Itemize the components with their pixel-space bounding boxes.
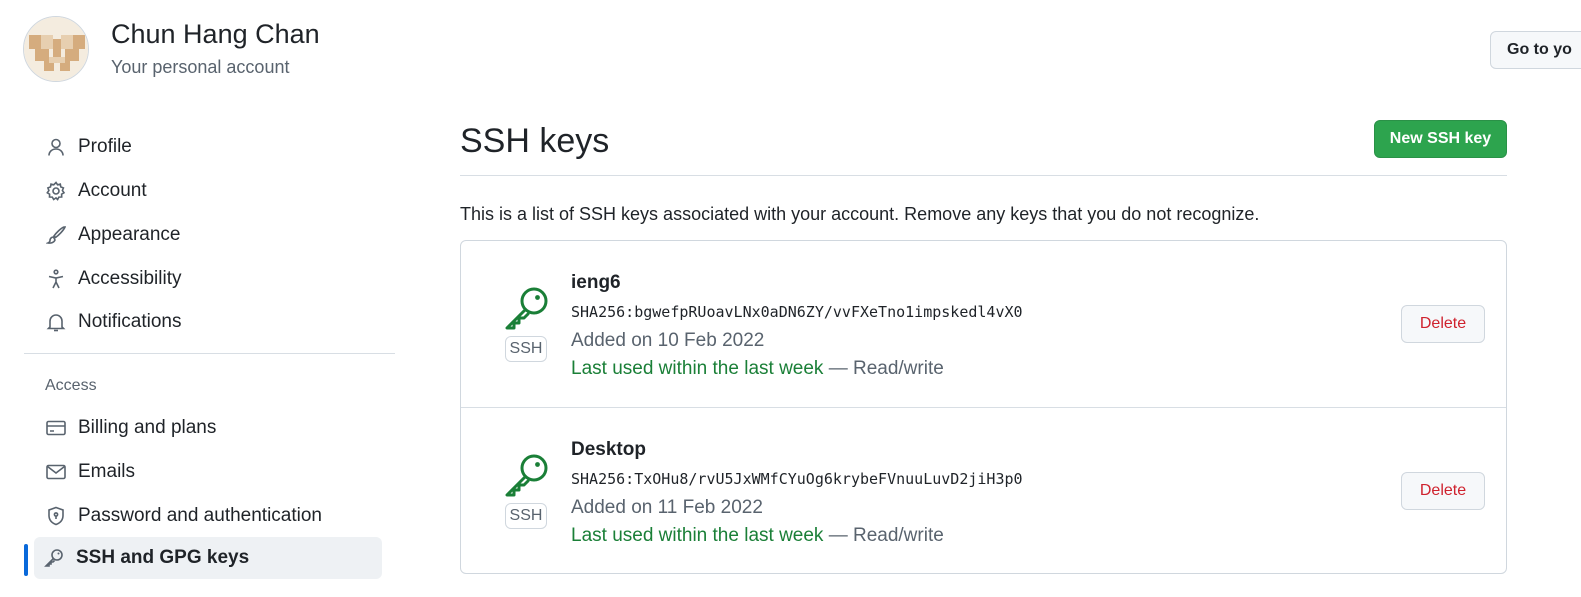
account-name[interactable]: Chun Hang Chan — [111, 19, 320, 50]
sidebar-item-billing[interactable]: Billing and plans — [36, 407, 384, 449]
go-to-profile-button[interactable]: Go to yo — [1490, 31, 1581, 69]
key-usage: Last used within the last week — Read/wr… — [571, 358, 944, 380]
sidebar-item-label: Billing and plans — [78, 417, 217, 438]
page-title: SSH keys — [460, 122, 610, 160]
key-fingerprint: SHA256:TxOHu8/rvU5JxWMfCYuOg6krybeFVnuuL… — [571, 470, 1023, 488]
sidebar-item-label: Profile — [78, 136, 132, 157]
sidebar-item-account[interactable]: Account — [36, 170, 384, 212]
key-access-level: — Read/write — [828, 525, 944, 546]
key-access-level: — Read/write — [828, 358, 944, 379]
gear-icon — [46, 181, 66, 201]
sidebar-item-appearance[interactable]: Appearance — [36, 214, 384, 256]
credit-card-icon — [46, 418, 66, 438]
shield-lock-icon — [46, 506, 66, 526]
sidebar-item-label: Notifications — [78, 311, 182, 332]
person-icon — [46, 137, 66, 157]
sidebar-item-label: Accessibility — [78, 268, 182, 289]
title-divider — [460, 175, 1507, 176]
key-usage: Last used within the last week — Read/wr… — [571, 525, 944, 547]
ssh-badge: SSH — [505, 503, 547, 529]
delete-key-button[interactable]: Delete — [1401, 305, 1485, 343]
key-icon — [44, 548, 64, 568]
sidebar-item-label: SSH and GPG keys — [76, 547, 250, 568]
new-ssh-key-button[interactable]: New SSH key — [1374, 120, 1507, 158]
access-heading: Access — [45, 377, 97, 394]
sidebar-item-accessibility[interactable]: Accessibility — [36, 258, 384, 300]
key-added-date: Added on 10 Feb 2022 — [571, 330, 765, 351]
delete-key-button[interactable]: Delete — [1401, 472, 1485, 510]
list-item: SSH ieng6 SHA256:bgwefpRUoavLNx0aDN6ZY/v… — [461, 241, 1506, 407]
avatar[interactable] — [23, 16, 89, 82]
accessibility-icon — [46, 269, 66, 289]
key-icon — [503, 285, 551, 333]
sidebar-item-ssh-gpg-keys[interactable]: SSH and GPG keys — [34, 537, 382, 579]
ssh-key-list: SSH ieng6 SHA256:bgwefpRUoavLNx0aDN6ZY/v… — [460, 240, 1507, 574]
key-title: ieng6 — [571, 272, 621, 293]
sidebar-item-password-auth[interactable]: Password and authentication — [36, 495, 384, 537]
list-item: SSH Desktop SHA256:TxOHu8/rvU5JxWMfCYuOg… — [461, 407, 1506, 574]
sidebar-item-label: Account — [78, 180, 147, 201]
key-title: Desktop — [571, 439, 646, 460]
sidebar-item-profile[interactable]: Profile — [36, 126, 384, 168]
sidebar-item-emails[interactable]: Emails — [36, 451, 384, 493]
intro-text: This is a list of SSH keys associated wi… — [460, 204, 1260, 224]
sidebar-item-label: Appearance — [78, 224, 181, 245]
mail-icon — [46, 462, 66, 482]
sidebar-divider — [24, 353, 395, 354]
sidebar-item-notifications[interactable]: Notifications — [36, 301, 384, 343]
sidebar-item-label: Emails — [78, 461, 136, 482]
selected-indicator — [24, 544, 28, 576]
ssh-badge: SSH — [505, 336, 547, 362]
paintbrush-icon — [45, 225, 67, 245]
key-last-used: Last used within the last week — [571, 525, 824, 546]
key-icon — [503, 452, 551, 500]
key-added-date: Added on 11 Feb 2022 — [571, 497, 763, 518]
sidebar-item-label: Password and authentication — [78, 505, 322, 526]
key-fingerprint: SHA256:bgwefpRUoavLNx0aDN6ZY/vvFXeTno1im… — [571, 303, 1023, 321]
key-last-used: Last used within the last week — [571, 358, 824, 379]
account-subtitle: Your personal account — [111, 57, 290, 77]
bell-icon — [46, 312, 66, 332]
